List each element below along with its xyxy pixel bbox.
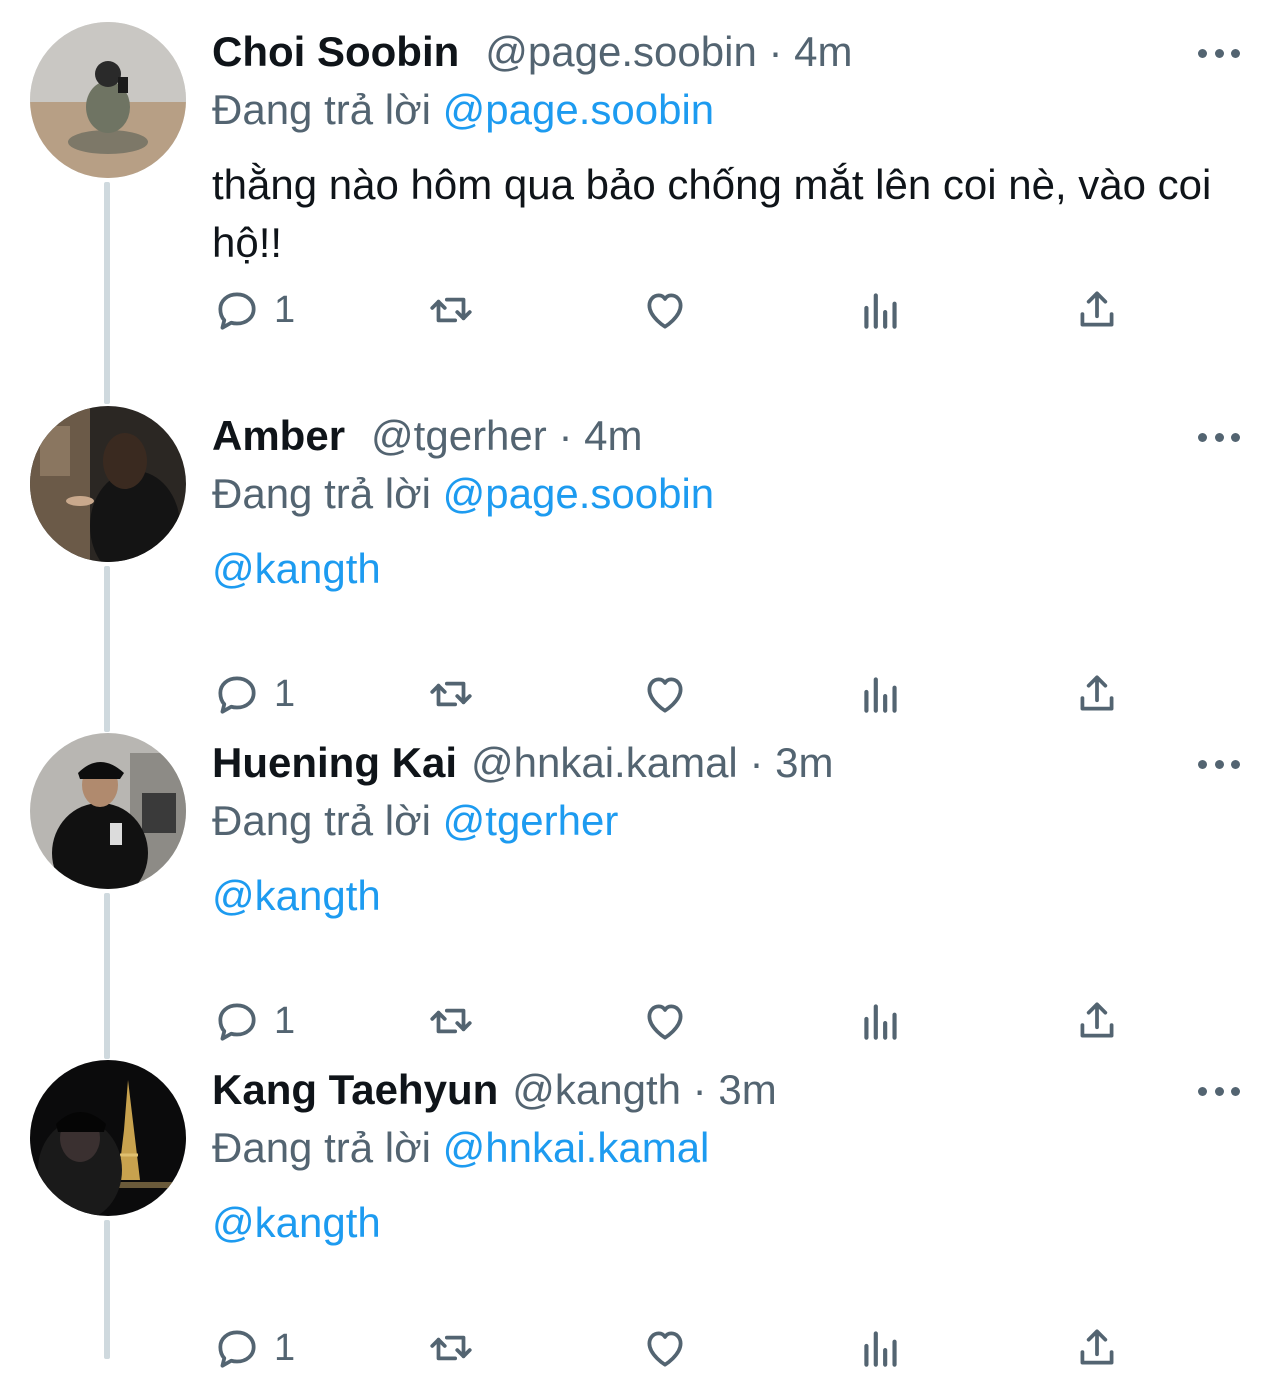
- tweet-actions: 1: [212, 1320, 1132, 1376]
- views-button[interactable]: [856, 1320, 906, 1376]
- more-icon: [1231, 48, 1240, 58]
- more-icon: [1214, 759, 1224, 769]
- tweet-text: thằng nào hôm qua bảo chống mắt lên coi …: [212, 156, 1242, 272]
- timestamp[interactable]: 4m: [794, 28, 852, 75]
- replying-to: Đang trả lời @page.soobin: [212, 466, 714, 522]
- tweet[interactable]: Amber @tgerher · 4m Đang trả lời @page.so…: [0, 384, 1284, 715]
- avatar-photo: [30, 733, 186, 889]
- timestamp[interactable]: 3m: [718, 1066, 776, 1113]
- share-button[interactable]: [1072, 282, 1122, 338]
- replying-to: Đang trả lời @hnkai.kamal: [212, 1120, 709, 1176]
- more-icon: [1198, 48, 1207, 58]
- more-options-button[interactable]: [1198, 38, 1240, 68]
- replying-to-label: Đang trả lời: [212, 470, 431, 517]
- avatar[interactable]: [30, 1060, 186, 1216]
- reply-icon: [218, 292, 256, 330]
- separator-dot: ·: [558, 412, 573, 459]
- replying-to-mention[interactable]: @page.soobin: [443, 86, 715, 133]
- user-handle[interactable]: @page.soobin: [485, 28, 757, 75]
- tweet-actions: 1: [212, 282, 1132, 338]
- retweet-icon: [430, 297, 472, 323]
- tweet-header: Kang Taehyun @kangth · 3m: [212, 1062, 777, 1118]
- views-button[interactable]: [856, 282, 906, 338]
- replying-to: Đang trả lời @page.soobin: [212, 82, 714, 138]
- tweet-body-text: thằng nào hôm qua bảo chống mắt lên coi …: [212, 161, 1212, 266]
- reply-count: 1: [274, 672, 296, 715]
- retweet-button[interactable]: [426, 282, 476, 338]
- reply-count: 1: [274, 999, 296, 1042]
- tweet-header: Choi Soobin @page.soobin · 4m: [212, 24, 853, 80]
- timestamp[interactable]: 3m: [775, 739, 833, 786]
- avatar[interactable]: [30, 406, 186, 562]
- user-handle[interactable]: @tgerher: [371, 412, 547, 459]
- more-icon: [1198, 759, 1207, 769]
- views-chart-icon: [864, 1331, 897, 1367]
- display-name[interactable]: Choi Soobin: [212, 28, 459, 75]
- more-options-button[interactable]: [1198, 1076, 1240, 1106]
- retweet-button[interactable]: [426, 1320, 476, 1376]
- body-mention[interactable]: @kangth: [212, 872, 381, 919]
- more-icon: [1198, 432, 1207, 442]
- share-icon: [1080, 1329, 1114, 1365]
- reply-count: 1: [274, 288, 296, 331]
- more-options-button[interactable]: [1198, 749, 1240, 779]
- reply-count: 1: [274, 1326, 296, 1369]
- replying-to: Đang trả lời @tgerher: [212, 793, 618, 849]
- separator-dot: ·: [692, 1066, 707, 1113]
- tweet[interactable]: Choi Soobin @page.soobin · 4m Đang trả lờ…: [0, 0, 1284, 331]
- replying-to-label: Đang trả lời: [212, 86, 431, 133]
- tweet[interactable]: Kang Taehyun @kangth · 3m Đang trả lời @h…: [0, 1038, 1284, 1369]
- replying-to-mention[interactable]: @hnkai.kamal: [443, 1124, 710, 1171]
- display-name[interactable]: Amber: [212, 412, 345, 459]
- display-name[interactable]: Kang Taehyun: [212, 1066, 498, 1113]
- like-button[interactable]: [640, 282, 690, 338]
- timestamp[interactable]: 4m: [584, 412, 642, 459]
- replying-to-label: Đang trả lời: [212, 797, 431, 844]
- more-icon: [1214, 1086, 1224, 1096]
- more-icon: [1231, 759, 1240, 769]
- replying-to-mention[interactable]: @tgerher: [443, 797, 619, 844]
- separator-dot: ·: [768, 28, 783, 75]
- avatar[interactable]: [30, 733, 186, 889]
- heart-icon: [647, 1331, 683, 1367]
- avatar-photo: [30, 1060, 186, 1216]
- retweet-icon: [430, 1335, 472, 1361]
- tweet-header: Huening Kai @hnkai.kamal · 3m: [212, 735, 833, 791]
- more-icon: [1231, 432, 1240, 442]
- reply-icon: [218, 1330, 256, 1368]
- heart-icon: [647, 293, 683, 329]
- more-icon: [1198, 1086, 1207, 1096]
- tweet-header: Amber @tgerher · 4m: [212, 408, 642, 464]
- display-name[interactable]: Huening Kai: [212, 739, 457, 786]
- more-icon: [1214, 432, 1224, 442]
- views-chart-icon: [864, 293, 897, 329]
- body-mention[interactable]: @kangth: [212, 1199, 381, 1246]
- avatar-photo: [30, 22, 186, 178]
- user-handle[interactable]: @kangth: [512, 1066, 681, 1113]
- share-button[interactable]: [1072, 1320, 1122, 1376]
- share-icon: [1080, 291, 1114, 327]
- avatar-photo: [30, 406, 186, 562]
- reply-button[interactable]: 1: [212, 1320, 295, 1376]
- tweet-text: @kangth: [212, 867, 1242, 925]
- more-icon: [1231, 1086, 1240, 1096]
- more-options-button[interactable]: [1198, 422, 1240, 452]
- replying-to-mention[interactable]: @page.soobin: [443, 470, 715, 517]
- tweet-text: @kangth: [212, 540, 1242, 598]
- separator-dot: ·: [749, 739, 764, 786]
- reply-button[interactable]: 1: [212, 282, 295, 338]
- body-mention[interactable]: @kangth: [212, 545, 381, 592]
- reply-thread: Choi Soobin @page.soobin · 4m Đang trả lờ…: [0, 0, 1284, 1369]
- replying-to-label: Đang trả lời: [212, 1124, 431, 1171]
- more-icon: [1214, 48, 1224, 58]
- user-handle[interactable]: @hnkai.kamal: [471, 739, 738, 786]
- tweet[interactable]: Huening Kai @hnkai.kamal · 3m Đang trả lờ…: [0, 711, 1284, 1042]
- avatar[interactable]: [30, 22, 186, 178]
- tweet-text: @kangth: [212, 1194, 1242, 1252]
- like-button[interactable]: [640, 1320, 690, 1376]
